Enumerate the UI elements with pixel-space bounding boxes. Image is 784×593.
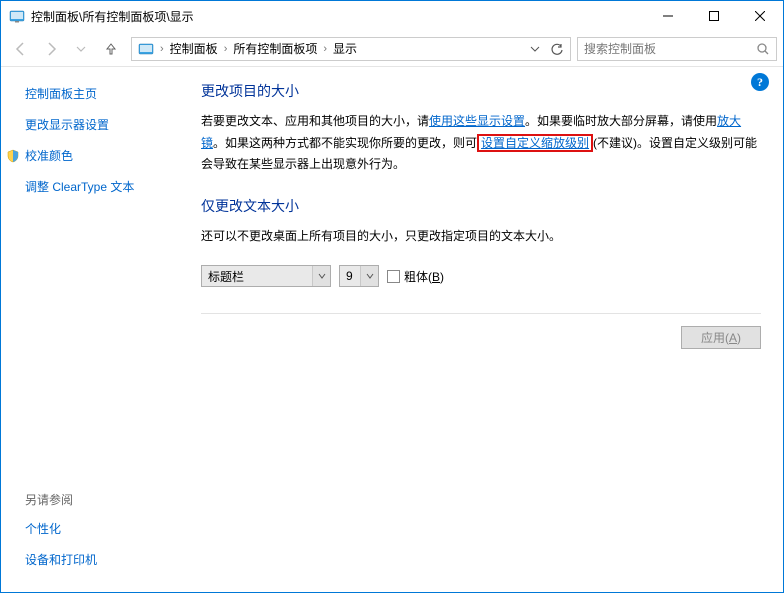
link-custom-scaling[interactable]: 设置自定义缩放级别 [477, 134, 593, 152]
link-display-settings[interactable]: 使用这些显示设置 [429, 114, 525, 128]
search-icon [756, 42, 770, 56]
section1-text: 若要更改文本、应用和其他项目的大小，请使用这些显示设置。如果要临时放大部分屏幕，… [201, 111, 761, 176]
minimize-button[interactable] [645, 1, 691, 31]
item-select[interactable]: 标题栏 [201, 265, 331, 287]
shield-icon [6, 149, 20, 163]
address-bar[interactable]: › 控制面板 › 所有控制面板项 › 显示 [131, 37, 571, 61]
chevron-right-icon[interactable]: › [158, 43, 166, 55]
address-dropdown[interactable] [524, 38, 546, 60]
seealso-devices[interactable]: 设备和打印机 [25, 551, 189, 568]
window-title: 控制面板\所有控制面板项\显示 [31, 8, 194, 25]
breadcrumb-item[interactable]: 显示 [329, 40, 361, 57]
sidebar-change-display[interactable]: 更改显示器设置 [25, 116, 189, 133]
search-placeholder: 搜索控制面板 [584, 40, 756, 57]
forward-button[interactable] [37, 35, 65, 63]
control-panel-icon [9, 8, 25, 24]
sidebar-home[interactable]: 控制面板主页 [25, 85, 189, 102]
sidebar: 控制面板主页 更改显示器设置 校准颜色 调整 ClearType 文本 另请参阅… [1, 67, 201, 592]
section1-title: 更改项目的大小 [201, 81, 761, 101]
back-button[interactable] [7, 35, 35, 63]
search-input[interactable]: 搜索控制面板 [577, 37, 777, 61]
checkbox-box [387, 270, 400, 283]
window-controls [645, 1, 783, 31]
chevron-down-icon [312, 266, 330, 286]
address-icon [138, 41, 154, 57]
bold-checkbox[interactable]: 粗体(B) [387, 268, 444, 285]
navbar: › 控制面板 › 所有控制面板项 › 显示 搜索控制面板 [1, 31, 783, 67]
chevron-down-icon [360, 266, 378, 286]
sidebar-seealso: 另请参阅 个性化 设备和打印机 [25, 491, 189, 580]
section2-text: 还可以不更改桌面上所有项目的大小，只更改指定项目的文本大小。 [201, 226, 761, 248]
apply-button[interactable]: 应用(A) [681, 326, 761, 349]
seealso-heading: 另请参阅 [25, 491, 189, 508]
chevron-right-icon[interactable]: › [321, 43, 329, 55]
content: ? 更改项目的大小 若要更改文本、应用和其他项目的大小，请使用这些显示设置。如果… [201, 67, 783, 592]
maximize-button[interactable] [691, 1, 737, 31]
close-button[interactable] [737, 1, 783, 31]
titlebar: 控制面板\所有控制面板项\显示 [1, 1, 783, 31]
chevron-right-icon[interactable]: › [222, 43, 230, 55]
divider [201, 313, 761, 314]
size-select[interactable]: 9 [339, 265, 379, 287]
breadcrumb-item[interactable]: 控制面板 [166, 40, 222, 57]
section2-title: 仅更改文本大小 [201, 196, 761, 216]
recent-dropdown[interactable] [67, 35, 95, 63]
help-icon[interactable]: ? [751, 73, 769, 91]
sidebar-calibrate-color[interactable]: 校准颜色 [6, 147, 189, 164]
refresh-button[interactable] [546, 38, 568, 60]
sidebar-cleartype[interactable]: 调整 ClearType 文本 [25, 178, 189, 195]
seealso-personalization[interactable]: 个性化 [25, 520, 189, 537]
text-size-controls: 标题栏 9 粗体(B) [201, 265, 761, 287]
main: 控制面板主页 更改显示器设置 校准颜色 调整 ClearType 文本 另请参阅… [1, 67, 783, 592]
up-button[interactable] [97, 35, 125, 63]
breadcrumb-item[interactable]: 所有控制面板项 [229, 40, 321, 57]
